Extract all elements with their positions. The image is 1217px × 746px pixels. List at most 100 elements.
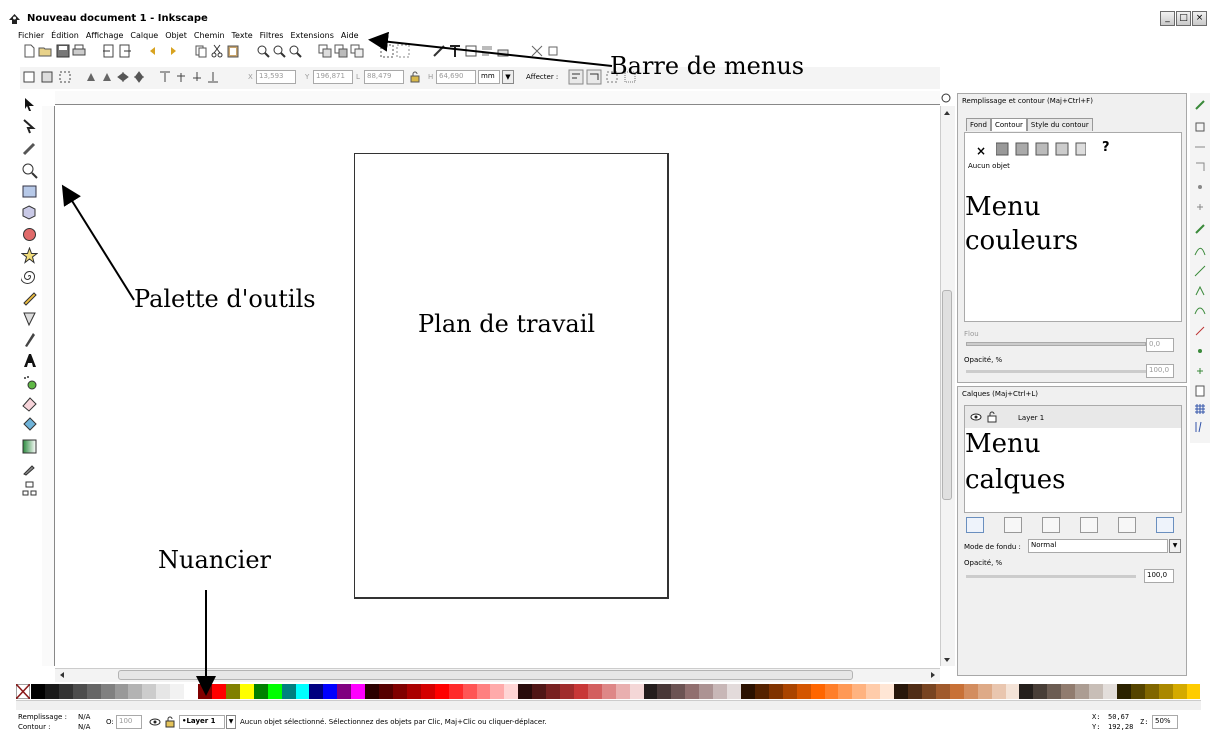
palette-swatch[interactable] (657, 684, 672, 699)
raise-to-top-icon[interactable] (158, 70, 172, 84)
palette-swatch[interactable] (671, 684, 686, 699)
menu-item-calque[interactable]: Calque (130, 31, 158, 43)
palette-swatch[interactable] (392, 684, 407, 699)
zoom-tool-icon[interactable] (21, 162, 38, 179)
menu-item-texte[interactable]: Texte (232, 31, 253, 43)
current-layer-select[interactable]: •Layer 1 (179, 715, 225, 729)
palette-swatch[interactable] (1158, 684, 1173, 699)
unset-paint-button[interactable]: ? (1102, 140, 1110, 155)
palette-swatch[interactable] (31, 684, 45, 699)
snap-midpoints-icon[interactable] (1193, 324, 1207, 338)
select-all-icon[interactable] (22, 70, 36, 84)
palette-swatch[interactable] (406, 684, 421, 699)
pen-tool-icon[interactable] (21, 310, 38, 327)
page-border[interactable] (354, 153, 669, 599)
palette-scrollbar[interactable] (16, 700, 1201, 710)
preferences-icon[interactable] (496, 44, 510, 58)
delete-layer-button[interactable] (1156, 517, 1174, 533)
snap-bbox-edges-icon[interactable] (1193, 140, 1207, 154)
palette-swatch[interactable] (184, 684, 199, 699)
palette-swatch[interactable] (1102, 684, 1117, 699)
snap-nodes-icon[interactable] (1193, 222, 1207, 236)
snap-page-border-icon[interactable] (1193, 384, 1207, 398)
undo-icon[interactable] (148, 44, 162, 58)
gradient-tool-icon[interactable] (21, 438, 38, 455)
tweak-tool-icon[interactable] (21, 140, 38, 157)
deselect-icon[interactable] (58, 70, 72, 84)
rotate-ccw-icon[interactable] (84, 70, 98, 84)
blur-slider[interactable] (966, 342, 1146, 346)
menu-item-affichage[interactable]: Affichage (86, 31, 124, 43)
raise-layer-button[interactable] (1042, 517, 1060, 533)
palette-swatch[interactable] (170, 684, 185, 699)
align-distribute-icon[interactable] (480, 44, 494, 58)
new-document-icon[interactable] (22, 44, 36, 58)
palette-swatch[interactable] (337, 684, 352, 699)
maximize-button[interactable]: □ (1176, 11, 1191, 26)
palette-swatch[interactable] (685, 684, 700, 699)
palette-swatch[interactable] (504, 684, 519, 699)
connector-tool-icon[interactable] (21, 480, 38, 497)
palette-swatch[interactable] (462, 684, 477, 699)
minimize-button[interactable]: _ (1160, 11, 1175, 26)
snap-bbox-midpoints-icon[interactable] (1193, 180, 1207, 194)
opacity-field[interactable]: 100 (116, 715, 142, 729)
tab-stroke-paint[interactable]: Contour (990, 118, 1027, 131)
open-file-icon[interactable] (38, 44, 52, 58)
palette-swatch[interactable] (490, 684, 505, 699)
menu-item-objet[interactable]: Objet (165, 31, 187, 43)
blend-mode-select[interactable]: Normal (1028, 539, 1168, 553)
visibility-eye-icon[interactable] (149, 716, 161, 728)
palette-swatch[interactable] (476, 684, 491, 699)
palette-swatch[interactable] (198, 684, 212, 699)
palette-swatch[interactable] (796, 684, 811, 699)
palette-swatch[interactable] (532, 684, 547, 699)
opacity-field[interactable]: 100,0 (1146, 364, 1174, 378)
palette-swatch[interactable] (768, 684, 783, 699)
zoom-page-icon[interactable] (288, 44, 302, 58)
palette-swatch[interactable] (713, 684, 728, 699)
palette-swatch[interactable] (782, 684, 797, 699)
layer-lock-icon[interactable] (164, 716, 176, 728)
palette-swatch[interactable] (741, 684, 755, 699)
blur-field[interactable]: 0,0 (1146, 338, 1174, 352)
palette-swatch[interactable] (239, 684, 254, 699)
palette-swatch[interactable] (991, 684, 1006, 699)
print-icon[interactable] (72, 44, 86, 58)
palette-swatch[interactable] (894, 684, 909, 699)
palette-swatch[interactable] (601, 684, 616, 699)
palette-swatch[interactable] (922, 684, 936, 699)
zoom-drawing-icon[interactable] (272, 44, 286, 58)
snap-guides-icon[interactable] (1193, 420, 1207, 434)
menu-item-extensions[interactable]: Extensions (290, 31, 333, 43)
snap-bbox-icon[interactable] (1193, 120, 1207, 134)
scroll-down-icon[interactable] (942, 655, 952, 665)
lock-icon[interactable] (408, 70, 422, 84)
zoom-field[interactable]: 50% (1152, 715, 1178, 729)
no-paint-button[interactable]: × (976, 144, 986, 158)
palette-swatch[interactable] (643, 684, 658, 699)
ungroup-icon[interactable] (396, 44, 410, 58)
palette-swatch[interactable] (211, 684, 226, 699)
scale-corners-icon[interactable] (586, 69, 602, 85)
opacity-slider[interactable] (966, 370, 1146, 373)
save-icon[interactable] (56, 44, 70, 58)
palette-swatch[interactable] (448, 684, 463, 699)
palette-swatch[interactable] (379, 684, 393, 699)
layer-opacity-slider[interactable] (966, 575, 1136, 578)
pencil-tool-icon[interactable] (21, 289, 38, 306)
spiral-tool-icon[interactable] (21, 268, 38, 285)
palette-swatch[interactable] (1144, 684, 1159, 699)
palette-swatch[interactable] (1005, 684, 1020, 699)
add-layer-button[interactable] (966, 517, 984, 533)
calligraphy-tool-icon[interactable] (21, 331, 38, 348)
palette-swatch[interactable] (1033, 684, 1048, 699)
close-button[interactable]: × (1192, 11, 1207, 26)
palette-swatch[interactable] (518, 684, 533, 699)
raise-icon[interactable] (174, 70, 188, 84)
palette-swatch[interactable] (365, 684, 380, 699)
unit-select[interactable]: mm (478, 70, 500, 84)
menu-item-fichier[interactable]: Fichier (18, 31, 44, 43)
eraser-tool-icon[interactable] (21, 395, 38, 412)
layer-opacity-field[interactable]: 100,0 (1144, 569, 1174, 583)
